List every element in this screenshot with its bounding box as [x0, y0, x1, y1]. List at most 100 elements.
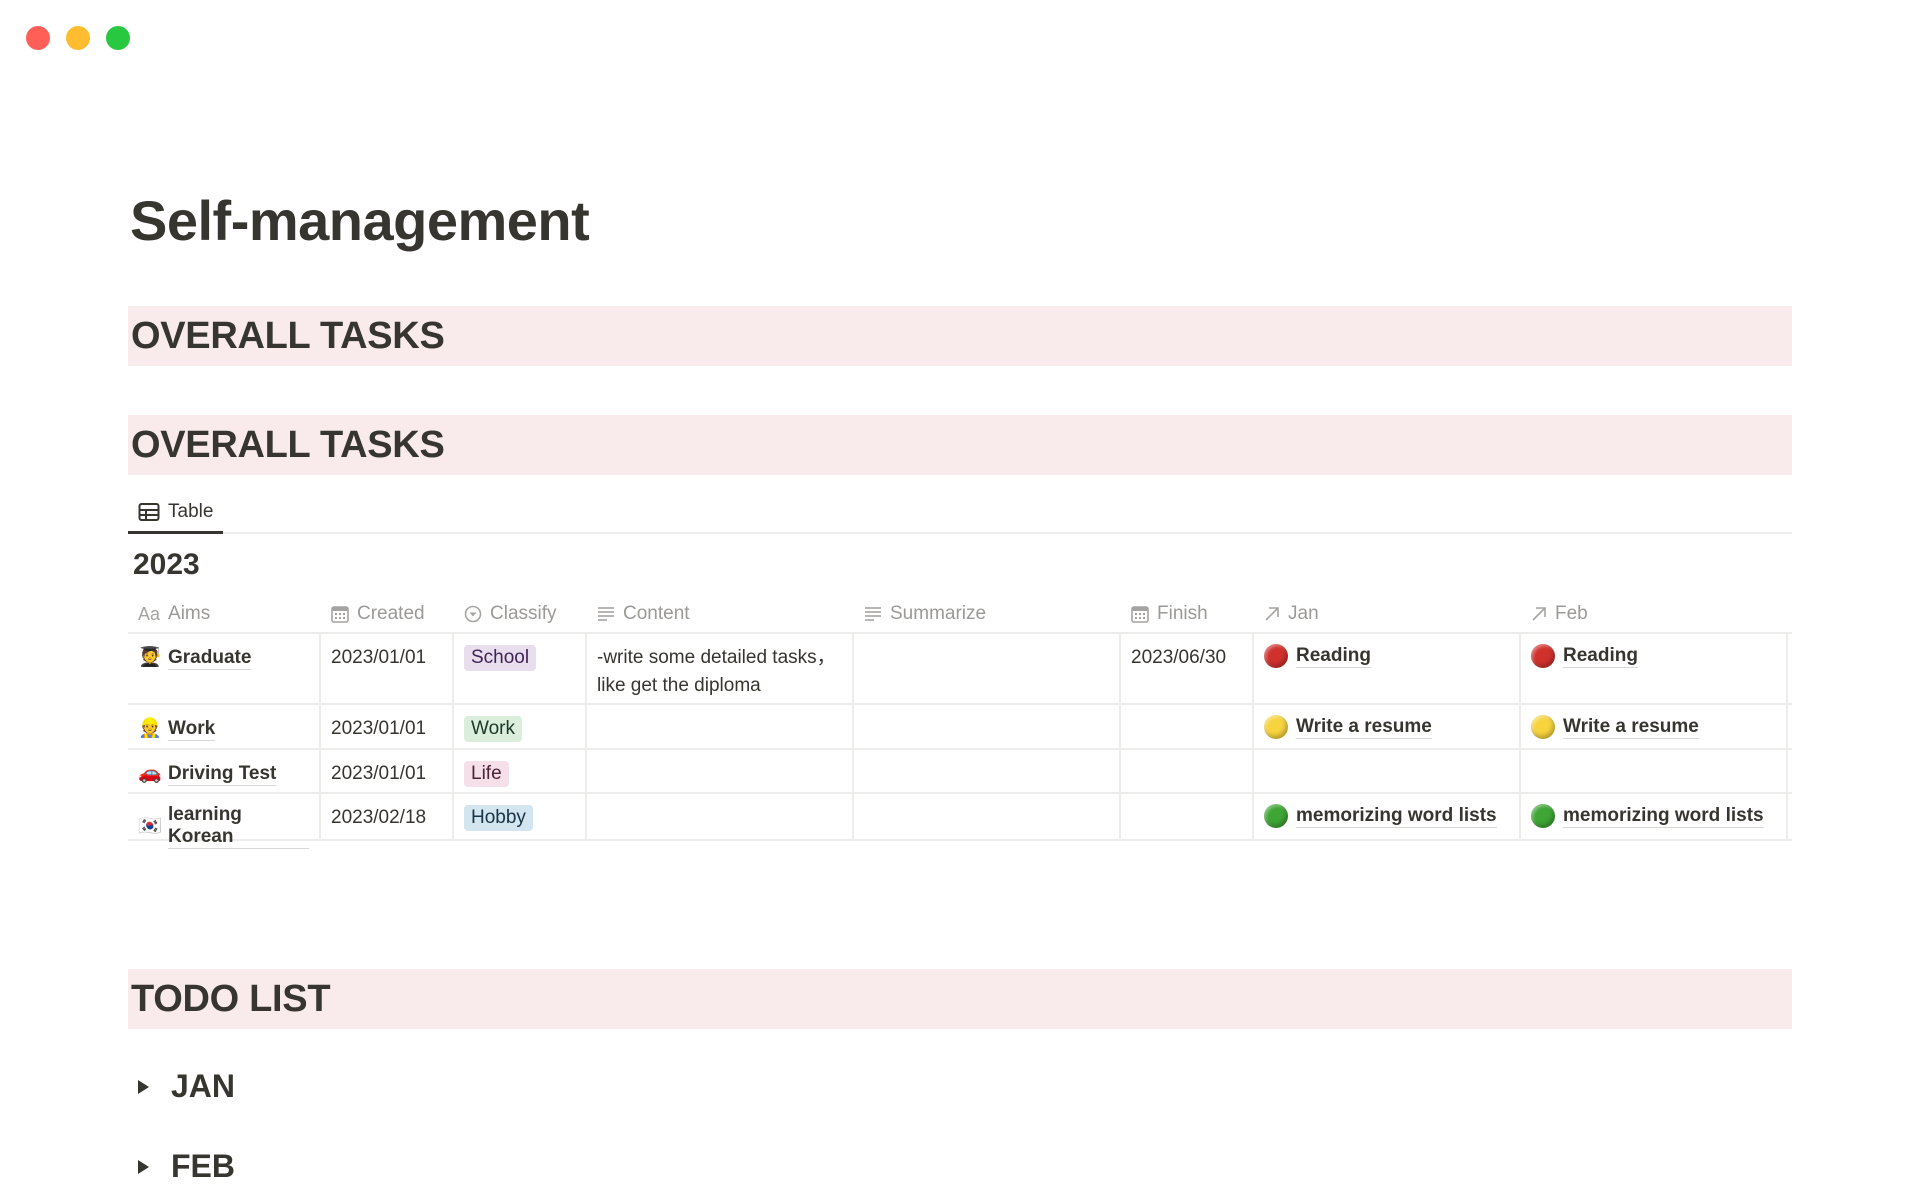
classify-tag: Hobby — [464, 805, 533, 831]
column-header-aims[interactable]: Aa Aims — [128, 594, 321, 634]
cell-created[interactable]: 2023/01/01 — [321, 705, 454, 748]
close-window-button[interactable] — [26, 26, 50, 50]
cell-summarize[interactable] — [854, 750, 1121, 792]
relation-item[interactable]: Write a resume — [1531, 715, 1776, 739]
cell-classify[interactable]: School — [454, 634, 587, 703]
toggle-feb[interactable]: FEB — [138, 1148, 235, 1185]
group-title: 2023 — [133, 548, 200, 581]
relation-item[interactable]: Reading — [1264, 644, 1509, 668]
heading-text[interactable]: OVERALL TASKS — [128, 306, 1792, 366]
cell-summarize[interactable] — [854, 794, 1121, 839]
cell-summarize[interactable] — [854, 634, 1121, 703]
relation-label: memorizing word lists — [1563, 804, 1764, 828]
cell-finish[interactable] — [1121, 750, 1254, 792]
relation-arrow-icon — [1264, 606, 1280, 622]
toggle-jan[interactable]: JAN — [138, 1068, 235, 1105]
calendar-icon — [331, 605, 349, 623]
toggle-label: FEB — [171, 1148, 235, 1184]
cell-feb[interactable]: memorizing word lists — [1521, 794, 1788, 839]
column-header-finish[interactable]: Finish — [1121, 594, 1254, 634]
aim-title-link[interactable]: Graduate — [168, 647, 252, 670]
cell-classify[interactable]: Hobby — [454, 794, 587, 839]
minimize-window-button[interactable] — [66, 26, 90, 50]
cell-feb[interactable]: Write a resume — [1521, 705, 1788, 748]
cell-content[interactable] — [587, 794, 854, 839]
table-row[interactable]: 🇰🇷 learning Korean 2023/02/18 Hobby memorizi… — [128, 794, 1792, 849]
window-controls — [26, 26, 130, 50]
page-emoji-icon: 🇰🇷 — [138, 815, 162, 837]
cell-finish[interactable]: 2023/06/30 — [1121, 634, 1254, 703]
column-label: Classify — [490, 603, 557, 624]
cell-classify[interactable]: Work — [454, 705, 587, 748]
column-header-created[interactable]: Created — [321, 594, 454, 634]
table-row[interactable]: 🚗 Driving Test 2023/01/01 Life — [128, 750, 1792, 794]
table-row[interactable]: 🧑‍🎓 Graduate 2023/01/01 School -write some d… — [128, 634, 1792, 705]
heading-text[interactable]: OVERALL TASKS — [128, 415, 1792, 475]
column-header-feb[interactable]: Feb — [1521, 594, 1788, 634]
column-header-jan[interactable]: Jan — [1254, 594, 1521, 634]
relation-label: Write a resume — [1563, 715, 1699, 739]
page-emoji-icon: 🧑‍🎓 — [138, 647, 162, 668]
cell-jan[interactable]: Write a resume — [1254, 705, 1521, 748]
cell-jan[interactable]: memorizing word lists — [1254, 794, 1521, 839]
select-icon — [464, 605, 482, 623]
status-circle-icon — [1264, 804, 1288, 828]
relation-label: Write a resume — [1296, 715, 1432, 739]
cell-feb[interactable]: Reading — [1521, 634, 1788, 703]
column-label: Finish — [1157, 603, 1208, 624]
status-circle-icon — [1531, 804, 1555, 828]
status-circle-icon — [1264, 715, 1288, 739]
classify-tag: Life — [464, 761, 509, 787]
aim-title-link[interactable]: learning Korean — [168, 804, 309, 849]
cell-aims[interactable]: 🇰🇷 learning Korean — [128, 794, 321, 849]
cell-summarize[interactable] — [854, 705, 1121, 748]
classify-tag: Work — [464, 716, 522, 742]
column-label: Jan — [1288, 603, 1319, 624]
table-header: Aa Aims Created Classify Content Summariz… — [128, 594, 1792, 634]
cell-aims[interactable]: 👷 Work — [128, 705, 321, 748]
cell-content[interactable]: -write some detailed tasks，like get the … — [587, 634, 854, 703]
table-row[interactable]: 👷 Work 2023/01/01 Work Write a resume Write a… — [128, 705, 1792, 750]
cell-classify[interactable]: Life — [454, 750, 587, 792]
column-header-classify[interactable]: Classify — [454, 594, 587, 634]
cell-content[interactable] — [587, 750, 854, 792]
aim-title-link[interactable]: Work — [168, 718, 216, 741]
column-header-summarize[interactable]: Summarize — [854, 594, 1121, 634]
relation-item[interactable]: Reading — [1531, 644, 1776, 668]
cell-finish[interactable] — [1121, 705, 1254, 748]
cell-created[interactable]: 2023/01/01 — [321, 634, 454, 703]
database-view-tabs: Table — [128, 492, 1792, 534]
tab-label: Table — [168, 500, 214, 522]
cell-finish[interactable] — [1121, 794, 1254, 839]
page-title[interactable]: Self-management — [130, 188, 590, 253]
column-header-content[interactable]: Content — [587, 594, 854, 634]
relation-item[interactable]: memorizing word lists — [1531, 804, 1776, 828]
relation-item[interactable]: Write a resume — [1264, 715, 1509, 739]
column-label: Feb — [1555, 603, 1588, 624]
heading-text[interactable]: TODO LIST — [128, 969, 1792, 1029]
cell-jan[interactable]: Reading — [1254, 634, 1521, 703]
tab-table-view[interactable]: Table — [128, 492, 224, 534]
relation-label: memorizing word lists — [1296, 804, 1497, 828]
zoom-window-button[interactable] — [106, 26, 130, 50]
aim-title-link[interactable]: Driving Test — [168, 763, 277, 786]
calendar-icon — [1131, 605, 1149, 623]
cell-content[interactable] — [587, 705, 854, 748]
cell-jan[interactable] — [1254, 750, 1521, 792]
cell-created[interactable]: 2023/02/18 — [321, 794, 454, 839]
heading-overall-tasks-1: OVERALL TASKS — [128, 306, 1792, 366]
heading-overall-tasks-2: OVERALL TASKS — [128, 415, 1792, 475]
toggle-triangle-icon[interactable] — [138, 1159, 149, 1174]
cell-aims[interactable]: 🚗 Driving Test — [128, 750, 321, 792]
cell-aims[interactable]: 🧑‍🎓 Graduate — [128, 634, 321, 703]
status-circle-icon — [1531, 715, 1555, 739]
cell-created[interactable]: 2023/01/01 — [321, 750, 454, 792]
text-lines-icon — [864, 606, 882, 622]
column-label: Summarize — [890, 603, 987, 624]
tasks-table: Aa Aims Created Classify Content Summariz… — [128, 594, 1792, 849]
relation-item[interactable]: memorizing word lists — [1264, 804, 1509, 828]
cell-feb[interactable] — [1521, 750, 1788, 792]
relation-arrow-icon — [1531, 606, 1547, 622]
toggle-triangle-icon[interactable] — [138, 1079, 149, 1094]
relation-label: Reading — [1563, 644, 1638, 668]
